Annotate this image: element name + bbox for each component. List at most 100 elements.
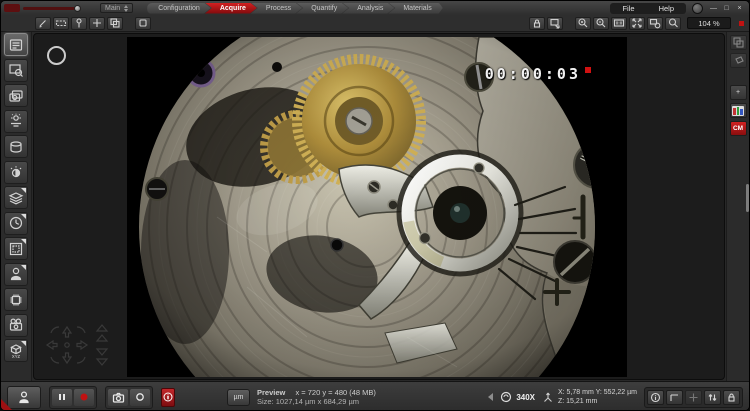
circle-info-icon bbox=[650, 392, 661, 403]
tab-quantify[interactable]: Quantify bbox=[296, 3, 348, 14]
scale-bar-button[interactable] bbox=[666, 390, 683, 405]
pan-down-arrow bbox=[63, 353, 71, 363]
mode-selector[interactable]: Main bbox=[100, 3, 133, 13]
pan-up-arrow bbox=[63, 327, 71, 337]
roi-circle-overlay[interactable] bbox=[47, 46, 66, 65]
sidebar-item-gallery[interactable] bbox=[4, 84, 28, 107]
recording-indicator-icon bbox=[585, 67, 591, 73]
layers-icon bbox=[8, 190, 24, 206]
tab-configuration[interactable]: Configuration bbox=[147, 3, 211, 14]
pan-downright-arc bbox=[77, 357, 85, 363]
sidebar-item-stage-grid[interactable] bbox=[4, 237, 28, 260]
window-controls: — □ × bbox=[709, 3, 744, 14]
live-view[interactable]: 00:00:03 bbox=[127, 37, 627, 377]
export-image-icon bbox=[549, 17, 561, 29]
person-icon bbox=[17, 390, 31, 404]
frame-icon bbox=[137, 17, 149, 29]
right-channel-sidebar: + CM bbox=[726, 32, 749, 381]
sidebar-item-drum[interactable] bbox=[4, 135, 28, 158]
pause-button[interactable] bbox=[52, 389, 72, 406]
zoom-in-button[interactable] bbox=[575, 17, 591, 30]
pan-center-dot bbox=[65, 343, 69, 347]
file-menu[interactable]: File bbox=[610, 3, 646, 14]
crosshair-overlay-button[interactable] bbox=[685, 390, 702, 405]
magnify-button[interactable] bbox=[665, 17, 681, 30]
sidebar-item-image-inspect[interactable] bbox=[4, 59, 28, 82]
user-icon bbox=[8, 266, 24, 282]
region-zoom-icon bbox=[649, 17, 661, 29]
preview-size: Size: 1027,14 µm x 684,29 µm bbox=[257, 397, 376, 406]
sidebar-item-user[interactable] bbox=[4, 263, 28, 286]
z-position: Z: 15,21 mm bbox=[558, 397, 637, 406]
round-badge-icon[interactable] bbox=[692, 3, 703, 14]
image-info-button[interactable] bbox=[647, 390, 664, 405]
tab-process[interactable]: Process bbox=[251, 3, 302, 14]
padlock-icon bbox=[726, 392, 737, 403]
sidebar-item-contrast[interactable] bbox=[4, 161, 28, 184]
add-point-button[interactable] bbox=[89, 17, 105, 30]
title-bar: Main Configuration Acquire Process Quant… bbox=[1, 1, 749, 15]
collapse-arrow-icon[interactable] bbox=[488, 393, 493, 401]
zoom-out-button[interactable] bbox=[593, 17, 609, 30]
acquisition-info-button[interactable] bbox=[161, 388, 175, 407]
pan-control-pad[interactable] bbox=[41, 321, 115, 369]
white-balance-button[interactable] bbox=[130, 389, 150, 406]
measure-button[interactable] bbox=[53, 17, 69, 30]
spinner-icon[interactable] bbox=[124, 5, 128, 12]
capture-image-button[interactable] bbox=[108, 389, 128, 406]
lock-settings-button[interactable] bbox=[723, 390, 740, 405]
preview-info: Preview x = 720 y = 480 (48 MB) Size: 10… bbox=[257, 388, 376, 406]
help-menu[interactable]: Help bbox=[647, 3, 686, 14]
minimize-button[interactable]: — bbox=[709, 3, 718, 14]
zoom-level-display[interactable]: 104 % bbox=[687, 17, 731, 29]
duplicate-button[interactable] bbox=[107, 17, 123, 30]
snapshot-export-button[interactable] bbox=[547, 17, 563, 30]
preview-label: Preview bbox=[257, 388, 285, 397]
sidebar-item-timelapse[interactable] bbox=[4, 212, 28, 235]
sidebar-item-layers[interactable] bbox=[4, 186, 28, 209]
maximize-button[interactable]: □ bbox=[722, 3, 731, 14]
logo-slider bbox=[23, 7, 81, 10]
add-channel-button[interactable]: + bbox=[730, 85, 747, 100]
marker-button[interactable] bbox=[71, 17, 87, 30]
xyz-cube-icon: XYZ bbox=[8, 343, 24, 359]
flat-layer-icon bbox=[733, 55, 744, 66]
z-order-button[interactable] bbox=[704, 390, 721, 405]
image-canvas[interactable]: 00:00:03 bbox=[33, 33, 725, 380]
sidebar-item-hardware[interactable] bbox=[4, 288, 28, 311]
close-button[interactable]: × bbox=[735, 3, 744, 14]
objective-icon bbox=[500, 391, 512, 403]
lock-view-button[interactable] bbox=[529, 17, 545, 30]
merge-channels-button[interactable] bbox=[730, 35, 747, 50]
sidebar-item-xyz-stage[interactable]: XYZ bbox=[4, 339, 28, 362]
tab-materials[interactable]: Materials bbox=[388, 3, 442, 14]
flatten-button[interactable] bbox=[730, 53, 747, 68]
record-button[interactable] bbox=[74, 389, 94, 406]
units-button[interactable]: µm bbox=[227, 389, 250, 406]
rgb-histogram-icon bbox=[732, 106, 744, 116]
main-toolbar: 104 % bbox=[1, 15, 749, 32]
expand-arrows-icon bbox=[631, 17, 643, 29]
z-down-fast-triangle bbox=[97, 359, 107, 365]
sidebar-item-experiments[interactable] bbox=[4, 33, 28, 56]
rgb-channel-button[interactable] bbox=[730, 103, 747, 118]
actual-size-button[interactable] bbox=[611, 17, 627, 30]
overlay-toggle-button[interactable] bbox=[135, 17, 151, 30]
pan-upright-arc bbox=[77, 327, 85, 333]
annotate-button[interactable] bbox=[35, 17, 51, 30]
crosshair-plus-icon bbox=[91, 17, 103, 29]
clock-icon bbox=[8, 215, 24, 231]
record-icon bbox=[78, 391, 90, 403]
snapshot-group bbox=[105, 386, 153, 409]
vertical-scrollbar[interactable] bbox=[746, 184, 749, 212]
tab-analysis[interactable]: Analysis bbox=[342, 3, 394, 14]
zoom-region-button[interactable] bbox=[647, 17, 663, 30]
copy-icon bbox=[109, 17, 121, 29]
tab-acquire[interactable]: Acquire bbox=[205, 3, 257, 14]
sidebar-item-illumination[interactable] bbox=[4, 110, 28, 133]
channel-cm-button[interactable]: CM bbox=[730, 121, 747, 136]
camera-icon bbox=[112, 391, 125, 404]
fit-to-screen-button[interactable] bbox=[629, 17, 645, 30]
zoom-out-icon bbox=[595, 17, 607, 29]
sidebar-item-video[interactable] bbox=[4, 314, 28, 337]
